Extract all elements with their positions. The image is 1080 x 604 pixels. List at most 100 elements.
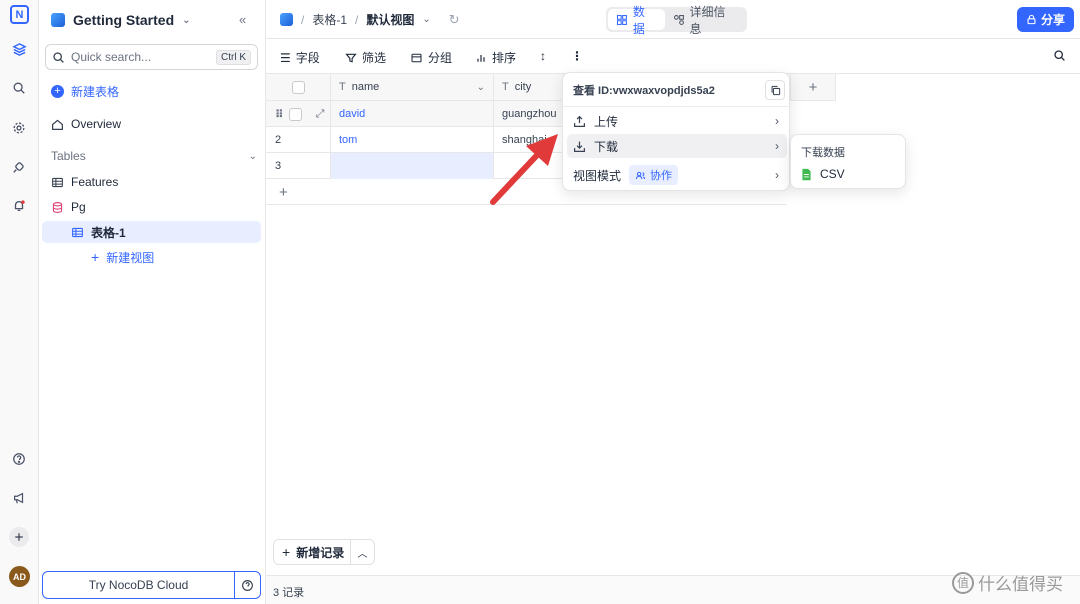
column-header-name[interactable]: T name ⌄ (331, 74, 494, 100)
filter-icon (345, 53, 357, 63)
copy-icon[interactable] (765, 80, 785, 100)
plug-icon[interactable] (9, 157, 29, 177)
menu-item-label: CSV (820, 167, 845, 181)
add-row-icon[interactable]: + (266, 179, 326, 205)
database-icon (52, 201, 63, 213)
chevron-down-icon[interactable]: ⌄ (422, 14, 430, 25)
menu-item-label: 下载 (594, 139, 619, 154)
plus-icon: + (282, 544, 291, 560)
top-bar: / 表格-1 / 默认视图 ⌄ ↻ 数据 详细信息 分享 (266, 0, 1080, 39)
new-record-label: 新增记录 (296, 545, 345, 560)
cell-name[interactable]: tom (331, 127, 494, 153)
megaphone-icon[interactable] (9, 488, 29, 508)
column-header-label: city (514, 81, 532, 93)
workspace-selector[interactable]: Getting Started ⌄ (51, 10, 191, 30)
fields-button[interactable]: ☰ 字段 (280, 49, 320, 66)
filter-label: 筛选 (362, 51, 387, 65)
lock-icon (1027, 14, 1036, 25)
base-cube-icon (280, 13, 293, 26)
download-submenu: 下载数据 CSV (790, 134, 906, 189)
help-icon[interactable] (234, 572, 260, 598)
plus-icon[interactable] (9, 527, 29, 547)
sidebar-item-pg[interactable]: Pg (51, 197, 86, 217)
avatar[interactable]: AD (9, 566, 30, 587)
chevron-down-icon: ⌄ (182, 14, 191, 26)
sort-button[interactable]: 排序 (475, 49, 516, 66)
chevron-up-icon[interactable]: ︿ (350, 540, 374, 564)
drag-handle-icon[interactable]: ⠿ (275, 108, 284, 121)
chevron-right-icon: › (775, 168, 779, 182)
row-number: 3 (266, 153, 331, 179)
breadcrumb-separator: / (301, 12, 305, 27)
row-height-icon[interactable]: ↕ (540, 49, 546, 63)
new-table-label: 新建表格 (71, 84, 120, 99)
menu-item-csv[interactable]: CSV (795, 162, 901, 186)
watermark-logo-icon: 值 (952, 571, 974, 594)
bell-icon[interactable] (9, 196, 29, 216)
collapse-sidebar-icon[interactable]: « (239, 12, 246, 27)
tab-data[interactable]: 数据 (608, 5, 665, 36)
new-view-button[interactable]: + 新建视图 (91, 247, 154, 267)
view-options-menu: 查看 ID:vwxwaxvopdjds5a2 上传 › 下载 › 视图模式 协作… (562, 72, 790, 191)
more-options-icon[interactable]: ⋮ (571, 49, 583, 63)
overview-label: Overview (71, 117, 122, 131)
new-record-button[interactable]: + 新增记录 (274, 544, 350, 561)
sidebar-item-table-1[interactable]: 表格-1 (71, 222, 126, 242)
gear-icon[interactable] (9, 118, 29, 138)
menu-item-download[interactable]: 下载 › (567, 134, 787, 158)
new-table-button[interactable]: + 新建表格 (51, 81, 119, 101)
record-count: 3 记录 (273, 587, 305, 599)
tab-data-label: 数据 (632, 4, 645, 36)
nocodb-logo-icon[interactable]: N (10, 5, 29, 24)
sidebar-item-features[interactable]: Features (51, 172, 118, 192)
column-header-city[interactable]: T city (494, 74, 564, 100)
menu-item-view-mode[interactable]: 视图模式 协作 › (567, 163, 787, 187)
upload-icon (574, 115, 585, 127)
try-cloud-button[interactable]: Try NocoDB Cloud (42, 571, 261, 599)
download-icon (574, 141, 585, 152)
table-icon (72, 227, 83, 237)
share-label: 分享 (1040, 13, 1065, 27)
cell-city[interactable]: guangzhou (494, 101, 564, 127)
view-tab-switcher: 数据 详细信息 (606, 5, 747, 36)
tab-details[interactable]: 详细信息 (665, 5, 745, 36)
plus-icon: + (91, 249, 100, 265)
quick-search-input[interactable]: Quick search... Ctrl K (45, 44, 258, 70)
search-icon[interactable] (1053, 49, 1066, 62)
select-all-checkbox[interactable] (291, 80, 305, 94)
fields-label: 字段 (295, 51, 320, 65)
layers-icon[interactable] (9, 39, 29, 59)
watermark: 值 什么值得买 (952, 570, 1063, 595)
home-icon (52, 119, 63, 130)
cell-name[interactable] (331, 153, 494, 179)
help-icon[interactable] (9, 449, 29, 469)
filter-button[interactable]: 筛选 (345, 49, 386, 66)
breadcrumb-table[interactable]: 表格-1 (312, 11, 347, 28)
overview-item[interactable]: Overview (51, 114, 121, 134)
cell-name[interactable]: david (331, 101, 494, 127)
plus-circle-icon: + (51, 84, 64, 98)
csv-file-icon (802, 168, 811, 180)
menu-item-upload[interactable]: 上传 › (567, 109, 787, 133)
group-button[interactable]: 分组 (410, 49, 452, 66)
add-column-button[interactable]: + (790, 74, 836, 100)
breadcrumb-view[interactable]: 默认视图 (366, 11, 414, 28)
list-icon: ☰ (280, 50, 291, 65)
submenu-header: 下载数据 (801, 147, 845, 159)
chevron-down-icon[interactable]: ⌄ (477, 82, 485, 93)
workspace-title: Getting Started (73, 12, 175, 28)
search-shortcut: Ctrl K (216, 49, 251, 65)
chevron-right-icon: › (775, 114, 779, 128)
collaborative-tag-label: 协作 (650, 170, 673, 182)
group-label: 分组 (428, 51, 453, 65)
row-controls: ⠿ ⤢ (266, 101, 331, 127)
column-header-label: name (351, 81, 380, 93)
tables-section-header[interactable]: Tables ⌄ (51, 146, 257, 166)
reload-icon[interactable]: ↻ (449, 12, 460, 28)
expand-row-icon[interactable]: ⤢ (316, 108, 325, 121)
sidebar: Getting Started ⌄ « Quick search... Ctrl… (39, 0, 266, 604)
select-all-cell[interactable] (266, 74, 331, 100)
row-checkbox[interactable] (288, 107, 302, 121)
share-button[interactable]: 分享 (1017, 7, 1074, 32)
search-icon[interactable] (9, 78, 29, 98)
